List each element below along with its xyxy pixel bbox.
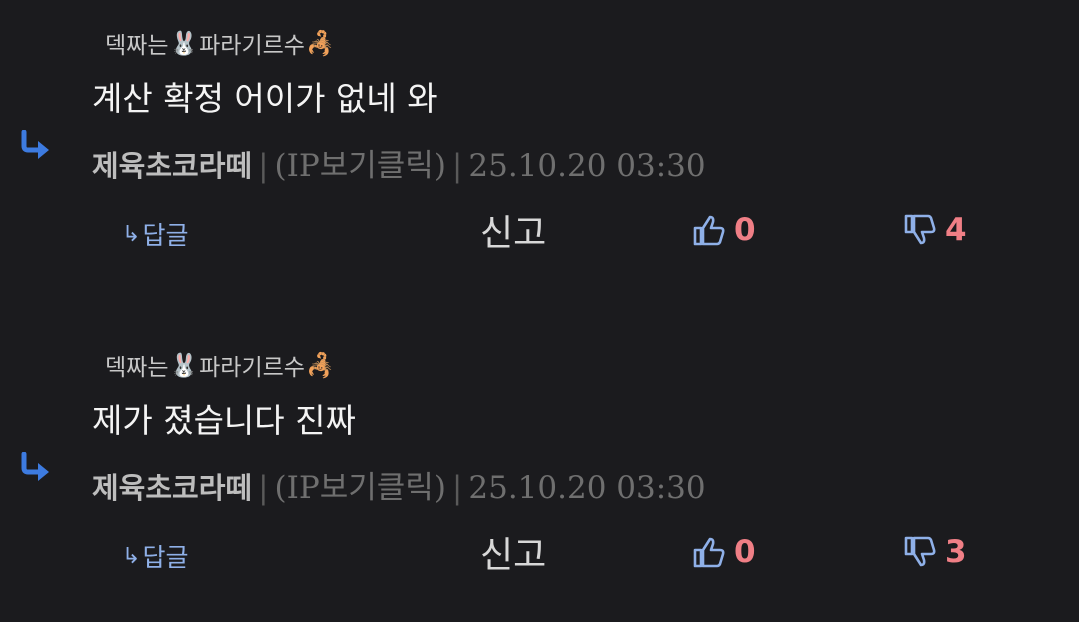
comment-timestamp: 25.10.20 03:30 — [468, 470, 706, 506]
reply-label: 답글 — [142, 543, 189, 572]
rabbit-emoji-icon: 🐰 — [169, 352, 199, 379]
thumbs-up-icon — [693, 537, 725, 568]
quoted-author-prefix: 덱짜는 — [105, 355, 169, 381]
comment-actions: ↳ 답글 신고 0 4 — [0, 210, 1079, 260]
reply-small-arrow-icon: ↳ — [122, 221, 141, 247]
author-nickname[interactable]: 제육초코라떼 — [92, 471, 252, 505]
reply-arrow-icon — [21, 130, 49, 159]
thumbs-down-icon — [904, 536, 936, 567]
comment-actions: ↳ 답글 신고 0 3 — [0, 532, 1079, 582]
comment-text: 계산 확정 어이가 없네 와 — [92, 79, 438, 118]
dislike-count: 4 — [945, 212, 967, 248]
scorpion-emoji-icon: 🦂 — [305, 352, 335, 379]
dislike-button[interactable]: 4 — [903, 212, 967, 248]
report-button[interactable]: 신고 — [480, 204, 546, 256]
like-count: 0 — [734, 212, 756, 248]
quoted-author-suffix: 파라기르수 — [199, 355, 305, 381]
quoted-author-suffix: 파라기르수 — [199, 33, 305, 59]
comment-meta: 제육초코라떼 | (IP보기클릭) | 25.10.20 03:30 — [92, 148, 706, 184]
comment-item: 덱짜는 🐰 파라기르수 🦂 계산 확정 어이가 없네 와 제육초코라떼 | (IP보… — [0, 0, 1079, 300]
like-button[interactable]: 0 — [692, 534, 756, 570]
like-count: 0 — [734, 534, 756, 570]
reply-button[interactable]: ↳ 답글 — [122, 216, 188, 252]
rabbit-emoji-icon: 🐰 — [169, 30, 199, 57]
ip-view-link[interactable]: (IP보기클릭) — [275, 148, 446, 184]
quoted-author: 덱짜는 🐰 파라기르수 🦂 — [105, 26, 336, 60]
comment-meta: 제육초코라떼 | (IP보기클릭) | 25.10.20 03:30 — [92, 470, 706, 506]
thumbs-up-icon — [693, 215, 725, 246]
thumbs-down-icon — [904, 214, 936, 245]
reply-small-arrow-icon: ↳ — [122, 543, 141, 569]
dislike-count: 3 — [945, 534, 967, 570]
reply-label: 답글 — [142, 221, 189, 250]
ip-view-link[interactable]: (IP보기클릭) — [275, 470, 446, 506]
reply-arrow-icon — [21, 452, 49, 481]
comment-item: 덱짜는 🐰 파라기르수 🦂 제가 졌습니다 진짜 제육초코라떼 | (IP보기클릭)… — [0, 322, 1079, 622]
comment-timestamp: 25.10.20 03:30 — [468, 148, 706, 184]
comment-text: 제가 졌습니다 진짜 — [92, 401, 356, 440]
quoted-author-prefix: 덱짜는 — [105, 33, 169, 59]
like-button[interactable]: 0 — [692, 212, 756, 248]
quoted-author: 덱짜는 🐰 파라기르수 🦂 — [105, 348, 336, 382]
report-button[interactable]: 신고 — [480, 526, 546, 578]
dislike-button[interactable]: 3 — [903, 534, 967, 570]
reply-button[interactable]: ↳ 답글 — [122, 538, 188, 574]
author-nickname[interactable]: 제육초코라떼 — [92, 149, 252, 183]
scorpion-emoji-icon: 🦂 — [305, 30, 335, 57]
